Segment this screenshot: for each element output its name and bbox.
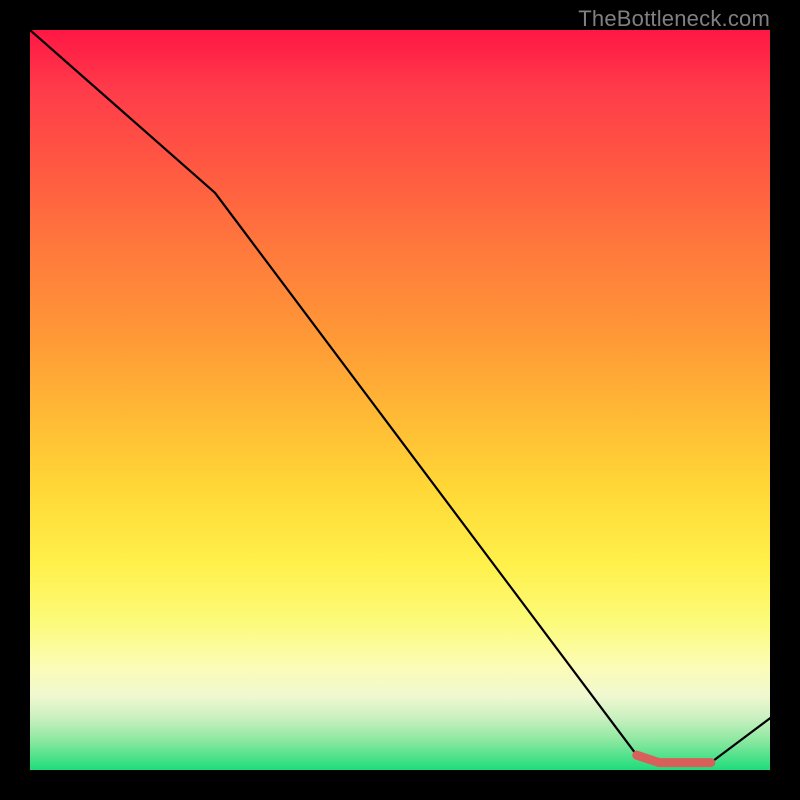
chart-svg <box>30 30 770 770</box>
chart-frame: TheBottleneck.com <box>0 0 800 800</box>
plot-area <box>30 30 770 770</box>
watermark-text: TheBottleneck.com <box>578 6 770 32</box>
highlight-segment <box>637 755 711 762</box>
curve-line <box>30 30 770 763</box>
